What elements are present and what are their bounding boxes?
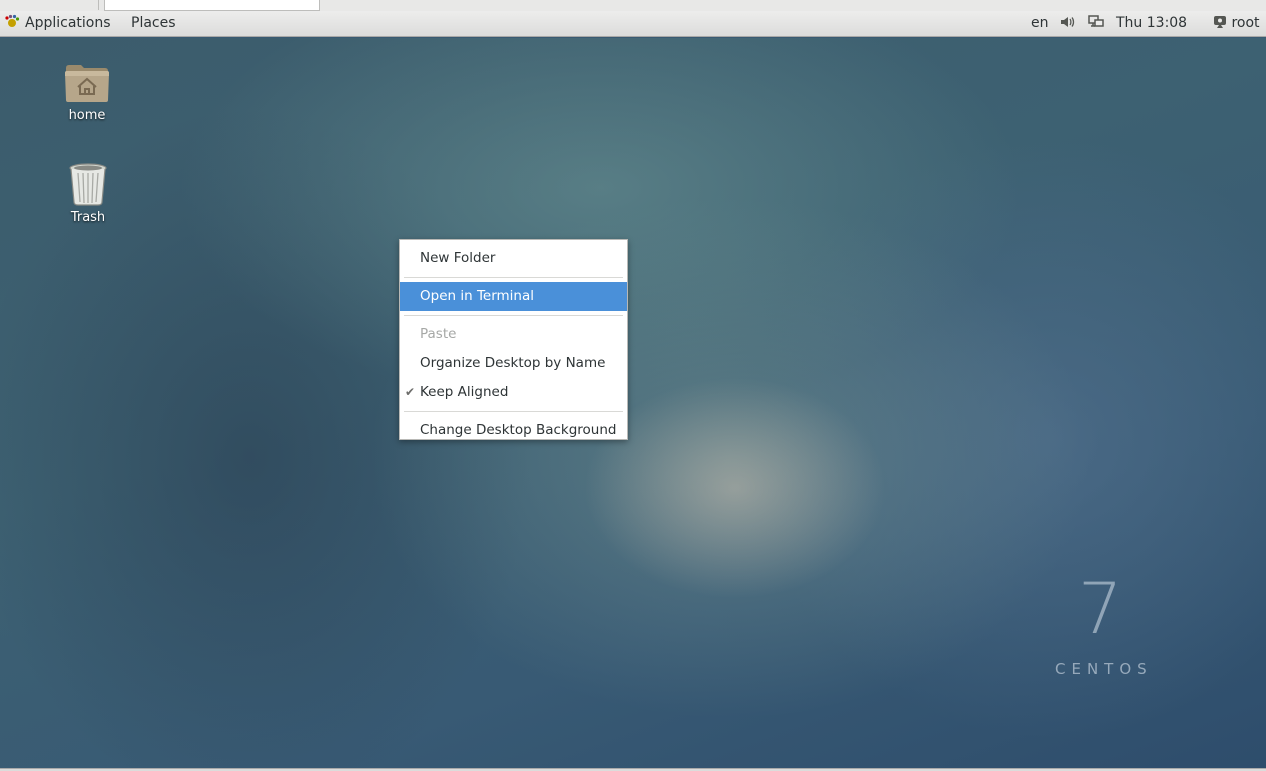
menu-separator [404,277,623,278]
user-menu[interactable]: root [1213,11,1260,36]
applications-menu[interactable]: Applications [4,11,111,36]
gnome-foot-icon [5,14,20,27]
menu-separator [404,411,623,412]
menu-item-keep-aligned[interactable]: ✔ Keep Aligned [400,378,627,407]
keep-aligned-label: Keep Aligned [420,384,509,400]
volume-icon[interactable] [1059,11,1077,36]
user-icon [1214,16,1226,28]
desktop-context-menu: New Folder Open in Terminal Paste Organi… [399,239,628,440]
menu-item-change-background[interactable]: Change Desktop Background [400,416,627,445]
menu-item-paste: Paste [420,326,457,342]
trash-icon [69,163,107,206]
menu-item-new-folder[interactable]: New Folder [400,244,627,273]
desktop-icon-home[interactable]: home [42,62,132,123]
centos-version-watermark: 7 [1078,568,1123,650]
window-tab[interactable] [3,0,99,10]
window-tab-active[interactable] [104,0,320,11]
applications-label: Applications [25,15,111,31]
menu-item-open-in-terminal[interactable]: Open in Terminal [400,282,627,311]
home-label: home [68,108,106,123]
menu-item-organize-desktop[interactable]: Organize Desktop by Name [400,349,627,378]
places-menu[interactable]: Places [131,11,176,36]
trash-label: Trash [70,210,106,225]
centos-logo-text: CENTOS [1055,660,1153,678]
user-name: root [1231,15,1260,31]
checkmark-icon: ✔ [405,385,416,399]
top-panel: Applications Places en Thu 13:08 root [0,11,1266,37]
network-icon[interactable] [1088,11,1106,36]
home-folder-icon [65,65,109,102]
desktop-icon-trash[interactable]: Trash [43,162,133,225]
language-indicator[interactable]: en [1031,11,1049,36]
clock[interactable]: Thu 13:08 [1116,11,1187,36]
desktop[interactable]: home Trash 7 CENTOS [0,38,1266,768]
menu-separator [404,315,623,316]
